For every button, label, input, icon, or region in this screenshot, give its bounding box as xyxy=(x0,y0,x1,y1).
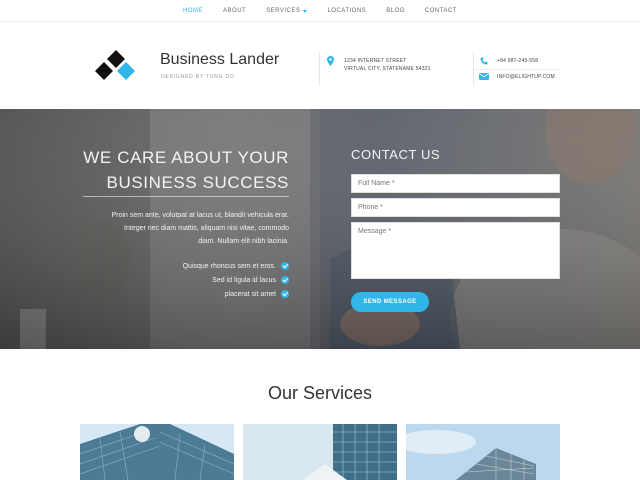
full-name-input[interactable] xyxy=(351,174,560,193)
services-heading: Our Services xyxy=(267,383,373,403)
top-navigation: HOME ABOUT SERVICES LOCATIONS BLOG CONTA… xyxy=(0,0,640,22)
address-line: VIRTUAL CITY, STATENAME 54321 xyxy=(344,66,431,72)
feature-checklist: Quisque rhoncus sem et eros. Sed id ligu… xyxy=(183,259,289,301)
check-circle-icon xyxy=(281,262,289,270)
phone-input[interactable] xyxy=(351,198,560,217)
map-pin-icon xyxy=(327,56,334,66)
divider xyxy=(319,52,320,86)
brand-tagline: DESIGNED BY TUNG DO xyxy=(161,74,235,80)
checklist-item: Sed id ligula id lacus xyxy=(183,273,289,287)
contact-form-title: CONTACT US xyxy=(351,147,441,162)
hero-description: Proin sem ante, volutpat at lacus ut, bl… xyxy=(79,209,289,248)
checklist-text: placerat sit amet xyxy=(224,290,276,298)
send-message-button[interactable]: SEND MESSAGE xyxy=(351,292,429,312)
divider xyxy=(474,69,560,70)
nav-label: BLOG xyxy=(386,8,405,14)
address-block: 1234 INTERNET STREET VIRTUAL CITY, STATE… xyxy=(344,57,431,73)
hero-heading-line: WE CARE ABOUT YOUR xyxy=(83,148,289,167)
nav-item-services[interactable]: SERVICES xyxy=(256,0,317,22)
nav-item-contact[interactable]: CONTACT xyxy=(415,0,467,22)
phone-number[interactable]: +84 987-245-558 xyxy=(497,57,538,65)
hero-desc-line: Proin sem ante, volutpat at lacus ut, bl… xyxy=(111,212,289,219)
nav-item-about[interactable]: ABOUT xyxy=(213,0,256,22)
checklist-text: Sed id ligula id lacus xyxy=(212,276,276,284)
hero-heading-line: BUSINESS SUCCESS xyxy=(83,170,289,197)
service-card-image[interactable] xyxy=(80,424,234,480)
email-address[interactable]: INFO@ELIGHTUP.COM xyxy=(497,73,555,81)
check-circle-icon xyxy=(281,276,289,284)
address-line: 1234 INTERNET STREET xyxy=(344,58,407,64)
hero-desc-line: Integer nec diam mattis, aliquam nisi vi… xyxy=(124,225,289,232)
service-card-image[interactable] xyxy=(406,424,560,480)
building-image xyxy=(80,424,234,480)
checklist-text: Quisque rhoncus sem et eros. xyxy=(182,262,276,270)
nav-label: SERVICES xyxy=(266,8,301,14)
nav-label: ABOUT xyxy=(223,8,247,14)
chevron-down-icon xyxy=(303,9,308,13)
checklist-item: placerat sit amet xyxy=(183,287,289,301)
hero-heading: WE CARE ABOUT YOUR BUSINESS SUCCESS xyxy=(83,145,289,197)
logo-icon[interactable] xyxy=(93,50,139,84)
nav-item-blog[interactable]: BLOG xyxy=(376,0,415,22)
site-header: Business Lander DESIGNED BY TUNG DO 1234… xyxy=(0,22,640,109)
building-image xyxy=(406,424,560,480)
nav-label: LOCATIONS xyxy=(327,8,367,14)
hero-section: WE CARE ABOUT YOUR BUSINESS SUCCESS Proi… xyxy=(0,109,640,349)
message-textarea[interactable] xyxy=(351,222,560,279)
service-card-image[interactable] xyxy=(243,424,397,480)
nav-item-locations[interactable]: LOCATIONS xyxy=(317,0,376,22)
nav-label: HOME xyxy=(183,8,204,14)
checklist-item: Quisque rhoncus sem et eros. xyxy=(183,259,289,273)
envelope-icon xyxy=(479,73,489,80)
phone-icon xyxy=(480,57,488,65)
nav-label: CONTACT xyxy=(424,8,457,14)
brand-name[interactable]: Business Lander xyxy=(160,51,279,69)
check-circle-icon xyxy=(281,290,289,298)
hero-desc-line: diam. Nullam elit nibh lacinia. xyxy=(198,238,289,245)
building-image xyxy=(243,424,397,480)
nav-item-home[interactable]: HOME xyxy=(173,0,213,22)
